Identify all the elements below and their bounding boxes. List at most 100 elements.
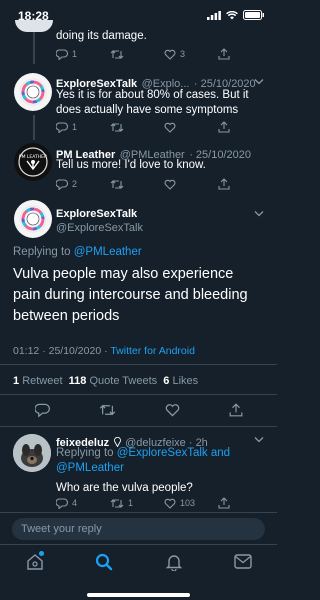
replying-to-prefix: Replying to [56,447,114,459]
avatar[interactable] [15,20,53,32]
replying-to: Replying to @PMLeather [13,246,142,258]
like-button[interactable]: 103 [164,498,218,509]
reply-count: 4 [72,498,78,508]
tweet[interactable]: PM LEATHER PM Leather @PMLeather · 25/10… [0,140,277,195]
replying-to-prefix: Replying to [13,246,71,258]
dog-photo-icon [13,434,51,472]
reply-input[interactable]: Tweet your reply [12,518,265,540]
share-button[interactable] [218,497,230,509]
like-button[interactable] [164,179,218,190]
share-icon[interactable] [229,403,243,417]
main-tweet-body: Vulva people may also experience pain du… [13,264,268,327]
tweet-body: Tell us more! I'd love to know. [56,159,206,171]
retweet-button[interactable] [110,179,164,190]
avatar[interactable]: PM LEATHER [14,143,52,181]
main-tweet-body-line: pain during intercourse and bleeding [13,287,248,303]
bell-icon [165,555,183,571]
signal-icon [207,10,221,20]
divider [0,364,277,365]
reply-count: 1 [72,122,78,132]
like-button[interactable]: 3 [164,49,218,60]
tweet-body: Who are the vulva people? [56,482,193,494]
reply-button[interactable]: 1 [56,48,110,60]
tweet-body-line: Yes it is for about 80% of cases. But it [56,89,249,101]
avatar[interactable] [13,434,51,472]
author-handle[interactable]: @ExploreSexTalk [56,222,143,234]
more-icon[interactable] [254,436,264,443]
retweet-icon [110,498,124,508]
tab-home[interactable] [26,551,44,571]
more-icon[interactable] [254,210,264,217]
reply-composer: Tweet your reply [0,512,277,544]
likes-count: 6 [163,375,170,387]
main-tweet-body-line: between periods [13,308,120,324]
reply-icon [56,121,68,133]
reply-button[interactable]: 1 [56,121,110,133]
likes-stat[interactable]: 6 Likes [163,375,198,387]
retweet-button[interactable] [110,49,164,60]
quote-tweets-count: 118 [68,375,87,387]
retweet-button[interactable] [110,122,164,133]
quote-tweets-stat[interactable]: 118 Quote Tweets [69,375,157,387]
reply-input-placeholder: Tweet your reply [21,523,102,535]
like-button[interactable] [164,122,218,133]
tweet-partial[interactable]: doing its damage. 1 3 [0,20,277,66]
retweet-button[interactable]: 1 [110,498,164,509]
reply-icon [56,497,68,509]
heart-icon [164,498,176,509]
divider [0,394,277,395]
avatar[interactable] [14,200,52,238]
reply-icon[interactable] [34,403,50,417]
explore-sex-talk-logo-icon [19,205,47,233]
retweet-count: 1 [128,498,134,508]
share-button[interactable] [218,178,230,190]
home-indicator [87,593,190,597]
share-icon [218,178,230,190]
like-count: 103 [180,498,196,508]
tab-search[interactable] [95,553,113,571]
tweet-body: doing its damage. [56,30,147,42]
pm-leather-logo-icon: PM LEATHER [18,147,48,177]
more-icon[interactable] [254,78,264,85]
replying-to-link[interactable]: @PMLeather [56,462,124,474]
retweet-icon[interactable] [99,403,116,417]
share-button[interactable] [218,121,230,133]
retweets-stat[interactable]: 1 Retweet [13,375,63,387]
reply-button[interactable]: 2 [56,178,110,190]
share-button[interactable] [218,48,230,60]
heart-icon [164,49,176,60]
bottom-nav [0,544,277,600]
divider [0,426,277,427]
retweet-icon [110,179,124,189]
share-icon [218,121,230,133]
tweet-meta: 01:12 · 25/10/2020 · Twitter for Android [13,345,195,357]
explore-sex-talk-logo-icon [19,78,47,106]
author-name[interactable]: ExploreSexTalk [56,208,137,220]
tab-notifications[interactable] [165,553,183,571]
search-icon [95,553,113,571]
replying-to-link[interactable]: @PMLeather [74,246,142,258]
quote-tweets-label: Quote Tweets [89,375,158,387]
tab-messages[interactable] [234,554,252,569]
tweet-client-link[interactable]: Twitter for Android [110,345,195,357]
retweets-count: 1 [13,375,20,387]
likes-label: Likes [172,375,199,387]
like-count: 3 [180,49,186,59]
avatar[interactable] [14,73,52,111]
replying-to-link[interactable]: @ExploreSexTalk and [117,447,230,459]
status-icons [207,10,265,20]
tweet-body: Yes it is for about 80% of cases. But it… [56,88,268,118]
tweet[interactable]: ExploreSexTalk @Explo... · 25/10/2020 Ye… [0,68,277,140]
reply-button[interactable]: 4 [56,497,110,509]
reply-tweet[interactable]: feixedeluz @deluzfeixe · 2h Replying to … [0,430,277,510]
main-tweet-actions [0,400,277,420]
svg-text:PM LEATHER: PM LEATHER [19,154,47,160]
tweet-actions: 2 [56,178,246,190]
heart-icon[interactable] [165,403,180,417]
notification-dot [39,551,44,556]
engagement-stats: 1 Retweet 118 Quote Tweets 6 Likes [13,375,198,387]
heart-icon [164,179,176,190]
battery-icon [243,10,264,20]
thread-line [33,115,35,140]
wifi-icon [226,10,238,19]
